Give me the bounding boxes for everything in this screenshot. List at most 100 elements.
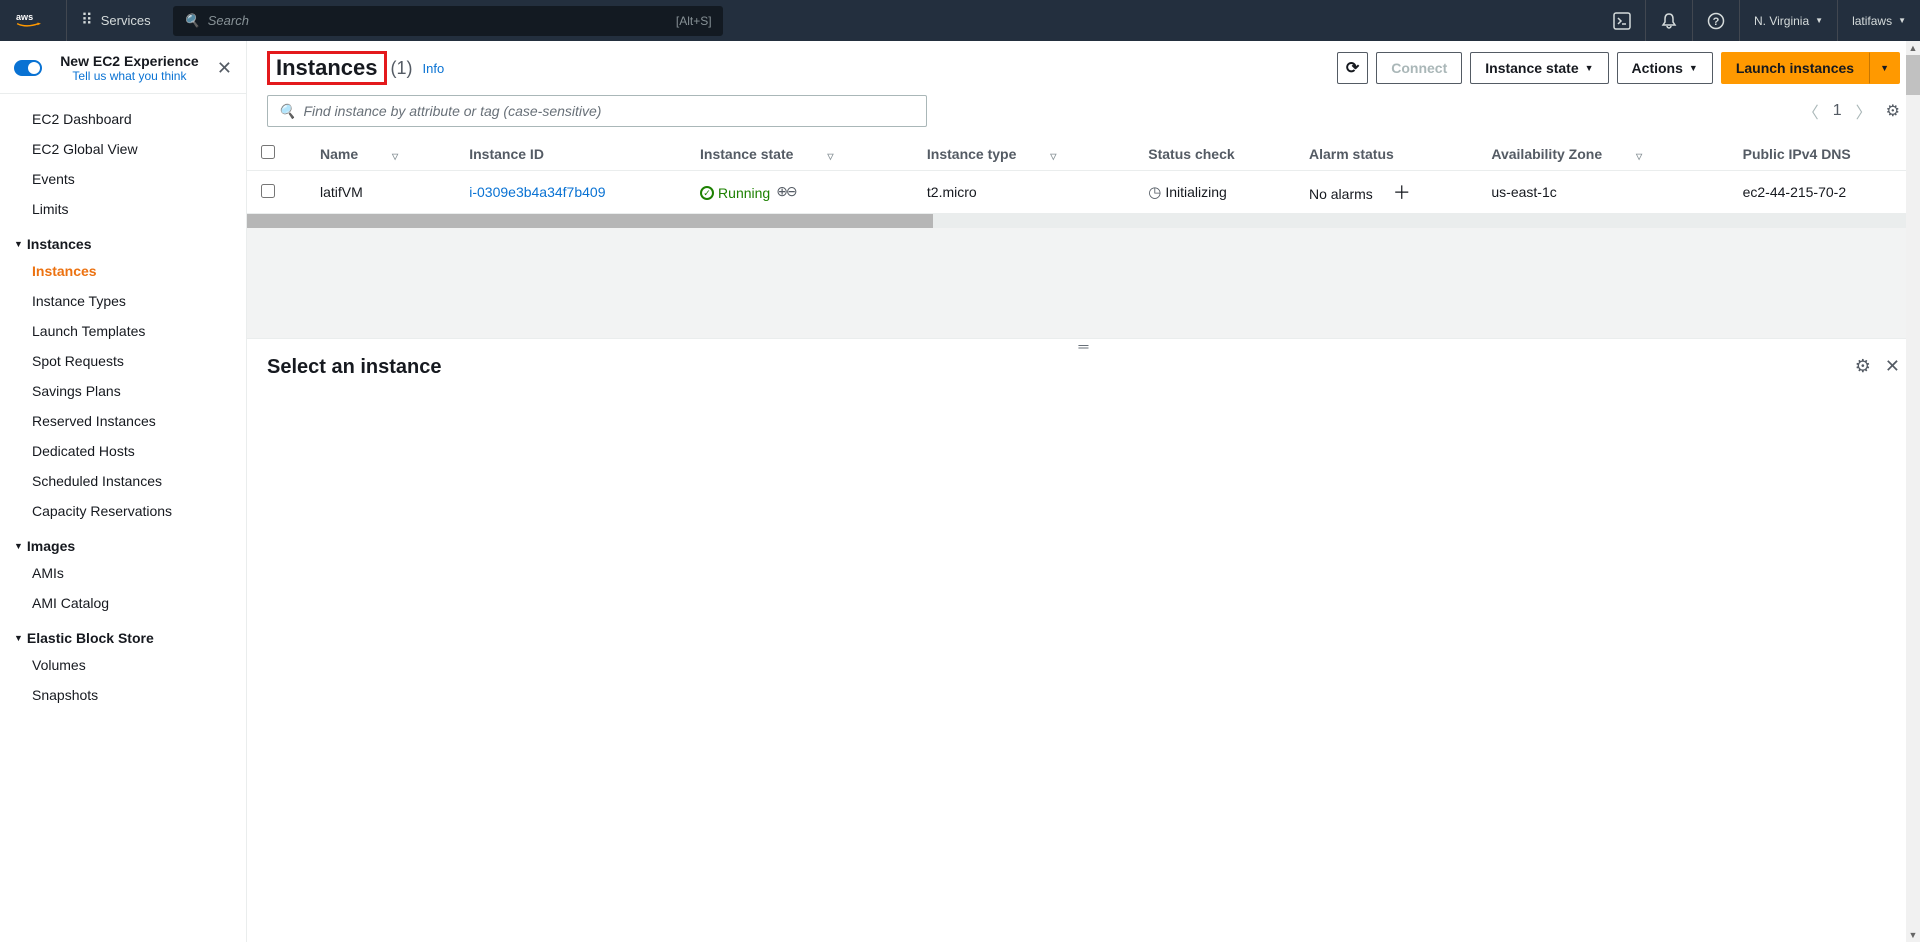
row-checkbox[interactable] (261, 184, 275, 198)
launch-instances-button[interactable]: Launch instances (1721, 52, 1869, 84)
sort-icon: ▽ (827, 152, 833, 161)
detail-settings-button[interactable]: ⚙ (1855, 356, 1871, 922)
chevron-down-icon: ▼ (1689, 63, 1698, 73)
chevron-down-icon: ▼ (14, 239, 23, 249)
cell-az: us-east-1c (1477, 171, 1728, 214)
account-label: latifaws (1852, 14, 1892, 28)
horizontal-scrollbar[interactable]: ◀ ▶ (247, 214, 1920, 228)
page-number: 1 (1833, 102, 1842, 120)
account-menu[interactable]: latifaws ▼ (1837, 0, 1920, 41)
cell-alarm: No alarms＋ (1295, 171, 1477, 214)
sidebar-item-volumes[interactable]: Volumes (0, 650, 246, 680)
chevron-down-icon: ▼ (1585, 63, 1594, 73)
sidebar-item-ec2-dashboard[interactable]: EC2 Dashboard (0, 104, 246, 134)
refresh-button[interactable]: ⟳ (1337, 52, 1368, 84)
filter-placeholder: Find instance by attribute or tag (case-… (303, 103, 601, 119)
sidebar-item-scheduled-instances[interactable]: Scheduled Instances (0, 466, 246, 496)
instance-filter-input[interactable]: 🔍 Find instance by attribute or tag (cas… (267, 95, 927, 127)
sidebar-section-header[interactable]: ▼Images (0, 526, 246, 558)
column-header[interactable]: Public IPv4 DNS (1729, 137, 1920, 171)
column-header[interactable]: Name ▽ (306, 137, 455, 171)
chevron-down-icon: ▼ (14, 633, 23, 643)
sidebar-item-instance-types[interactable]: Instance Types (0, 286, 246, 316)
help-icon[interactable]: ? (1692, 0, 1739, 41)
sidebar-item-ami-catalog[interactable]: AMI Catalog (0, 588, 246, 618)
main-content: Instances (1) Info ⟳ Connect Instance st… (247, 41, 1920, 942)
sidebar: New EC2 Experience Tell us what you thin… (0, 41, 247, 942)
aws-logo[interactable]: aws (0, 0, 67, 41)
column-header[interactable]: Alarm status (1295, 137, 1477, 171)
global-search[interactable]: 🔍 Search [Alt+S] (173, 6, 723, 36)
detail-close-button[interactable]: ✕ (1885, 356, 1900, 922)
services-grid-icon: ⠿ (81, 13, 93, 29)
sidebar-item-limits[interactable]: Limits (0, 194, 246, 224)
window-scrollbar-thumb[interactable] (1906, 55, 1920, 95)
scrollbar-thumb[interactable] (247, 214, 933, 228)
sidebar-item-instances[interactable]: Instances (0, 256, 246, 286)
sidebar-item-ec2-global-view[interactable]: EC2 Global View (0, 134, 246, 164)
prev-page-button[interactable]: 〈 (1803, 99, 1819, 123)
sidebar-item-amis[interactable]: AMIs (0, 558, 246, 588)
region-label: N. Virginia (1754, 14, 1809, 28)
new-experience-toggle[interactable] (14, 60, 42, 76)
search-kbd-hint: [Alt+S] (676, 14, 712, 28)
cell-dns: ec2-44-215-70-2 (1729, 171, 1920, 214)
filter-row: 🔍 Find instance by attribute or tag (cas… (247, 85, 1920, 137)
table-row[interactable]: latifVMi-0309e3b4a34f7b409✓Running⊕⊖t2.m… (247, 171, 1920, 214)
scroll-up-icon: ▲ (1906, 41, 1920, 55)
refresh-icon: ⟳ (1346, 58, 1359, 78)
actions-dropdown[interactable]: Actions▼ (1617, 52, 1713, 84)
column-header[interactable]: Status check (1134, 137, 1295, 171)
sort-icon: ▽ (1050, 152, 1056, 161)
search-icon: 🔍 (184, 13, 200, 29)
column-header[interactable]: Availability Zone ▽ (1477, 137, 1728, 171)
sidebar-item-reserved-instances[interactable]: Reserved Instances (0, 406, 246, 436)
sidebar-section-header[interactable]: ▼Instances (0, 224, 246, 256)
status-check: ◷Initializing (1148, 183, 1227, 201)
chevron-down-icon: ▼ (1815, 16, 1823, 25)
new-experience-banner: New EC2 Experience Tell us what you thin… (0, 41, 246, 94)
new-experience-title: New EC2 Experience (50, 53, 209, 69)
notifications-icon[interactable] (1645, 0, 1692, 41)
services-menu[interactable]: ⠿ Services (67, 13, 165, 29)
sort-icon: ▽ (1636, 152, 1642, 161)
select-all-checkbox[interactable] (261, 145, 275, 159)
split-handle[interactable]: ═ (247, 338, 1920, 352)
connect-button[interactable]: Connect (1376, 52, 1462, 84)
chevron-down-icon: ▼ (14, 541, 23, 551)
scroll-down-icon: ▼ (1906, 928, 1920, 942)
instance-state-dropdown[interactable]: Instance state▼ (1470, 52, 1608, 84)
detail-title: Select an instance (267, 356, 442, 922)
new-experience-feedback-link[interactable]: Tell us what you think (50, 69, 209, 83)
add-alarm-button[interactable]: ＋ (1393, 183, 1411, 203)
next-page-button[interactable]: 〉 (1856, 99, 1872, 123)
column-header[interactable]: Instance type ▽ (913, 137, 1134, 171)
sidebar-item-dedicated-hosts[interactable]: Dedicated Hosts (0, 436, 246, 466)
column-header[interactable]: Instance state ▽ (686, 137, 913, 171)
instance-id-link[interactable]: i-0309e3b4a34f7b409 (469, 184, 605, 200)
close-icon[interactable]: ✕ (217, 58, 232, 79)
cloudshell-icon[interactable] (1599, 0, 1645, 41)
svg-text:aws: aws (16, 12, 33, 22)
sidebar-item-savings-plans[interactable]: Savings Plans (0, 376, 246, 406)
launch-instances-split[interactable]: ▼ (1869, 52, 1900, 84)
state-search-icon[interactable]: ⊕⊖ (776, 183, 795, 199)
window-scrollbar[interactable]: ▲ ▼ (1906, 41, 1920, 942)
instances-table-wrap: Name ▽Instance IDInstance state ▽Instanc… (247, 137, 1920, 214)
services-label: Services (101, 13, 151, 28)
running-status-icon: ✓ (700, 186, 714, 200)
info-link[interactable]: Info (423, 61, 445, 76)
region-selector[interactable]: N. Virginia ▼ (1739, 0, 1837, 41)
sidebar-item-capacity-reservations[interactable]: Capacity Reservations (0, 496, 246, 526)
chevron-down-icon: ▼ (1898, 16, 1906, 25)
svg-text:?: ? (1713, 16, 1720, 28)
sidebar-item-spot-requests[interactable]: Spot Requests (0, 346, 246, 376)
sidebar-item-events[interactable]: Events (0, 164, 246, 194)
sidebar-item-launch-templates[interactable]: Launch Templates (0, 316, 246, 346)
instances-table: Name ▽Instance IDInstance state ▽Instanc… (247, 137, 1920, 214)
sort-icon: ▽ (392, 152, 398, 161)
sidebar-section-header[interactable]: ▼Elastic Block Store (0, 618, 246, 650)
sidebar-item-snapshots[interactable]: Snapshots (0, 680, 246, 710)
table-settings-button[interactable]: ⚙ (1886, 101, 1900, 121)
column-header[interactable]: Instance ID (455, 137, 686, 171)
